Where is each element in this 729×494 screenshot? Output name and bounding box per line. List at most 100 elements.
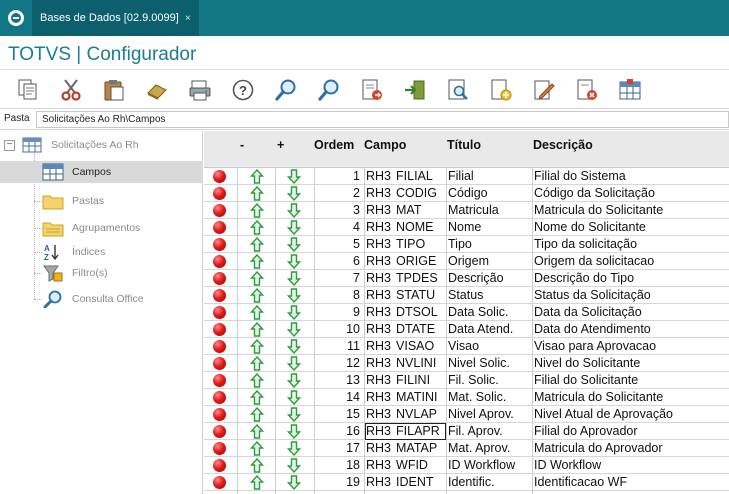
- move-down-icon[interactable]: [286, 390, 302, 406]
- move-up-icon[interactable]: [249, 440, 265, 456]
- move-up-icon[interactable]: [249, 304, 265, 320]
- header-ordem[interactable]: Ordem: [314, 138, 354, 152]
- header-titulo[interactable]: Título: [447, 138, 481, 152]
- toolbar-button-search[interactable]: [264, 74, 307, 106]
- tab-bases-de-dados[interactable]: Bases de Dados [02.9.0099] ×: [32, 0, 199, 36]
- move-up-icon[interactable]: [249, 185, 265, 201]
- table-row[interactable]: 15 RH3 NVLAP Nivel Aprov. Nivel Atual de Apr…: [204, 406, 729, 423]
- tree-item-filtro-s[interactable]: Filtro(s): [42, 262, 192, 284]
- path-field[interactable]: Solicitações Ao Rh\Campos: [36, 111, 729, 128]
- cell-campo[interactable]: RH3 MAT: [365, 202, 446, 219]
- table-row[interactable]: 14 RH3 MATINI Mat. Solic. Matricula do Solic…: [204, 389, 729, 406]
- table-row[interactable]: 5 RH3 TIPO Tipo Tipo da solicitação: [204, 236, 729, 253]
- table-row[interactable]: 7 RH3 TPDES Descrição Descrição do Tipo: [204, 270, 729, 287]
- cell-campo[interactable]: RH3 IDENT: [365, 474, 446, 491]
- toolbar-button-edit[interactable]: [522, 74, 565, 106]
- cell-campo[interactable]: RH3 TPDES: [365, 270, 446, 287]
- move-up-icon[interactable]: [249, 389, 265, 405]
- move-down-icon[interactable]: [286, 373, 302, 389]
- move-up-icon[interactable]: [249, 457, 265, 473]
- header-minus[interactable]: -: [240, 138, 244, 152]
- move-down-icon[interactable]: [286, 475, 302, 491]
- toolbar-button-search-next[interactable]: [307, 74, 350, 106]
- tree-item-campos[interactable]: Campos: [0, 161, 203, 183]
- table-row[interactable]: 3 RH3 MAT Matricula Matricula do Solicitante: [204, 202, 729, 219]
- cell-campo[interactable]: RH3 DTSOL: [365, 304, 446, 321]
- table-row[interactable]: 17 RH3 MATAP Mat. Aprov. Matricula do Aprova…: [204, 440, 729, 457]
- move-down-icon[interactable]: [286, 220, 302, 236]
- move-up-icon[interactable]: [249, 423, 265, 439]
- move-up-icon[interactable]: [249, 168, 265, 184]
- move-up-icon[interactable]: [249, 338, 265, 354]
- toolbar-button-import[interactable]: [393, 74, 436, 106]
- table-row[interactable]: 19 RH3 IDENT Identific. Identificacao WF: [204, 474, 729, 491]
- move-down-icon[interactable]: [286, 356, 302, 372]
- totvs-logo-icon[interactable]: [0, 0, 32, 36]
- cell-campo[interactable]: RH3 NVLAP: [365, 406, 446, 423]
- table-row[interactable]: 18 RH3 WFID ID Workflow ID Workflow: [204, 457, 729, 474]
- move-up-icon[interactable]: [249, 474, 265, 490]
- move-up-icon[interactable]: [249, 372, 265, 388]
- collapse-icon[interactable]: −: [4, 139, 15, 151]
- tree-root[interactable]: − Solicitações Ao Rh: [4, 134, 139, 156]
- header-plus[interactable]: +: [277, 138, 284, 152]
- cell-campo[interactable]: RH3 DTATE: [365, 321, 446, 338]
- move-down-icon[interactable]: [286, 186, 302, 202]
- tree-item-índices[interactable]: A Z Índices: [42, 241, 192, 263]
- cell-campo[interactable]: RH3 NOME: [365, 219, 446, 236]
- cell-campo[interactable]: RH3 MATAP: [365, 440, 446, 457]
- table-row[interactable]: 16 RH3 FILAPR Fil. Aprov. Filial do Aprovado…: [204, 423, 729, 440]
- tree-item-pastas[interactable]: Pastas: [42, 190, 192, 212]
- toolbar-button-print[interactable]: [178, 74, 221, 106]
- move-up-icon[interactable]: [249, 406, 265, 422]
- table-row[interactable]: 13 RH3 FILINI Fil. Solic. Filial do Solicita…: [204, 372, 729, 389]
- toolbar-button-delete-document[interactable]: [565, 74, 608, 106]
- cell-campo[interactable]: RH3 TIPO: [365, 236, 446, 253]
- table-row[interactable]: 2 RH3 CODIG Código Código da Solicitação: [204, 185, 729, 202]
- move-up-icon[interactable]: [249, 355, 265, 371]
- tree-item-consulta-office[interactable]: Consulta Office: [42, 288, 192, 310]
- tree-item-agrupamentos[interactable]: Agrupamentos: [42, 217, 192, 239]
- table-row[interactable]: 12 RH3 NVLINI Nivel Solic. Nivel do Solicita…: [204, 355, 729, 372]
- toolbar-button-cut[interactable]: [49, 74, 92, 106]
- move-down-icon[interactable]: [286, 424, 302, 440]
- move-down-icon[interactable]: [286, 339, 302, 355]
- move-down-icon[interactable]: [286, 441, 302, 457]
- move-down-icon[interactable]: [286, 271, 302, 287]
- cell-campo[interactable]: RH3 FILAPR: [365, 423, 446, 440]
- move-up-icon[interactable]: [249, 287, 265, 303]
- move-up-icon[interactable]: [249, 321, 265, 337]
- toolbar-button-paste[interactable]: [92, 74, 135, 106]
- header-descricao[interactable]: Descrição: [533, 138, 593, 152]
- table-row[interactable]: 4 RH3 NOME Nome Nome do Solicitante: [204, 219, 729, 236]
- cell-campo[interactable]: RH3 CODIG: [365, 185, 446, 202]
- cell-campo[interactable]: RH3 MATINI: [365, 389, 446, 406]
- move-down-icon[interactable]: [286, 203, 302, 219]
- cell-campo[interactable]: RH3 WFID: [365, 457, 446, 474]
- cell-campo[interactable]: RH3 FILINI: [365, 372, 446, 389]
- table-row[interactable]: 11 RH3 VISAO Visao Visao para Aprovacao: [204, 338, 729, 355]
- move-down-icon[interactable]: [286, 305, 302, 321]
- table-row[interactable]: 9 RH3 DTSOL Data Solic. Data da Solicitação: [204, 304, 729, 321]
- move-down-icon[interactable]: [286, 288, 302, 304]
- toolbar-button-add-document[interactable]: [479, 74, 522, 106]
- move-up-icon[interactable]: [249, 270, 265, 286]
- cell-campo[interactable]: RH3 NVLINI: [365, 355, 446, 372]
- toolbar-button-table[interactable]: [608, 74, 651, 106]
- toolbar-button-copy[interactable]: [6, 74, 49, 106]
- toolbar-button-help[interactable]: ?: [221, 74, 264, 106]
- cell-campo[interactable]: RH3 ORIGE: [365, 253, 446, 270]
- header-campo[interactable]: Campo: [364, 138, 406, 152]
- move-down-icon[interactable]: [286, 169, 302, 185]
- move-down-icon[interactable]: [286, 237, 302, 253]
- tab-close-icon[interactable]: ×: [185, 13, 191, 24]
- cell-campo[interactable]: RH3 FILIAL: [365, 168, 446, 185]
- move-up-icon[interactable]: [249, 253, 265, 269]
- move-down-icon[interactable]: [286, 407, 302, 423]
- cell-campo[interactable]: RH3 VISAO: [365, 338, 446, 355]
- move-up-icon[interactable]: [249, 219, 265, 235]
- table-row[interactable]: 1 RH3 FILIAL Filial Filial do Sistema: [204, 168, 729, 185]
- cell-campo[interactable]: RH3 STATU: [365, 287, 446, 304]
- move-up-icon[interactable]: [249, 236, 265, 252]
- move-down-icon[interactable]: [286, 458, 302, 474]
